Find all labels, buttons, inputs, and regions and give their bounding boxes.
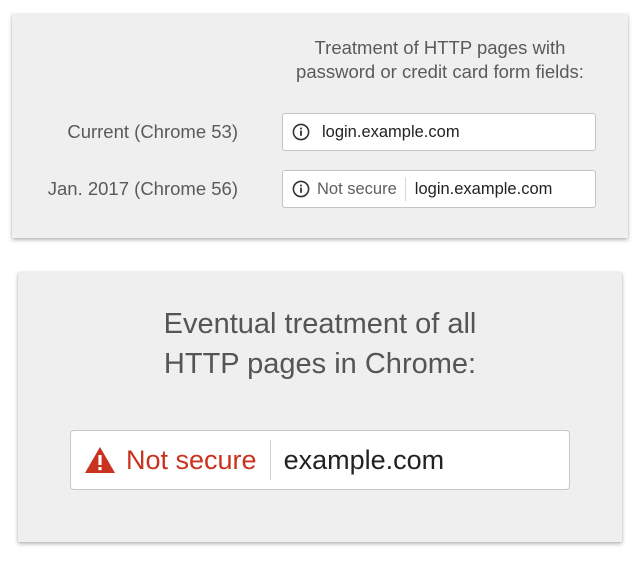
address-url-current[interactable]: login.example.com — [322, 123, 460, 142]
top-heading-line-1: Treatment of HTTP pages with — [314, 37, 566, 58]
address-url-eventual[interactable]: example.com — [284, 445, 445, 476]
address-bar-current[interactable]: login.example.com — [282, 113, 596, 151]
warning-triangle-icon[interactable] — [84, 446, 116, 474]
top-card-heading: Treatment of HTTP pages with password or… — [282, 36, 598, 84]
current-vs-future-card: Treatment of HTTP pages with password or… — [12, 14, 628, 238]
row-label-jan-2017: Jan. 2017 (Chrome 56) — [47, 178, 238, 199]
address-url-jan-2017[interactable]: login.example.com — [415, 180, 553, 199]
address-bar-jan-2017[interactable]: Not secure login.example.com — [282, 170, 596, 208]
bottom-heading-line-1: Eventual treatment of all — [163, 308, 477, 340]
bottom-heading-line-2: HTTP pages in Chrome: — [163, 348, 477, 380]
not-secure-warning-label[interactable]: Not secure — [126, 445, 257, 476]
chip-divider — [269, 440, 271, 480]
bottom-card-heading: Eventual treatment of all HTTP pages in … — [18, 304, 622, 384]
address-bar-eventual[interactable]: Not secure example.com — [70, 430, 570, 490]
not-secure-chip[interactable]: Not secure — [317, 180, 397, 199]
info-icon[interactable] — [292, 123, 310, 141]
row-label-current: Current (Chrome 53) — [67, 121, 238, 142]
top-heading-line-2: password or credit card form fields: — [296, 61, 584, 82]
info-icon[interactable] — [292, 180, 310, 198]
eventual-treatment-card: Eventual treatment of all HTTP pages in … — [18, 272, 622, 542]
chip-divider — [404, 177, 406, 201]
